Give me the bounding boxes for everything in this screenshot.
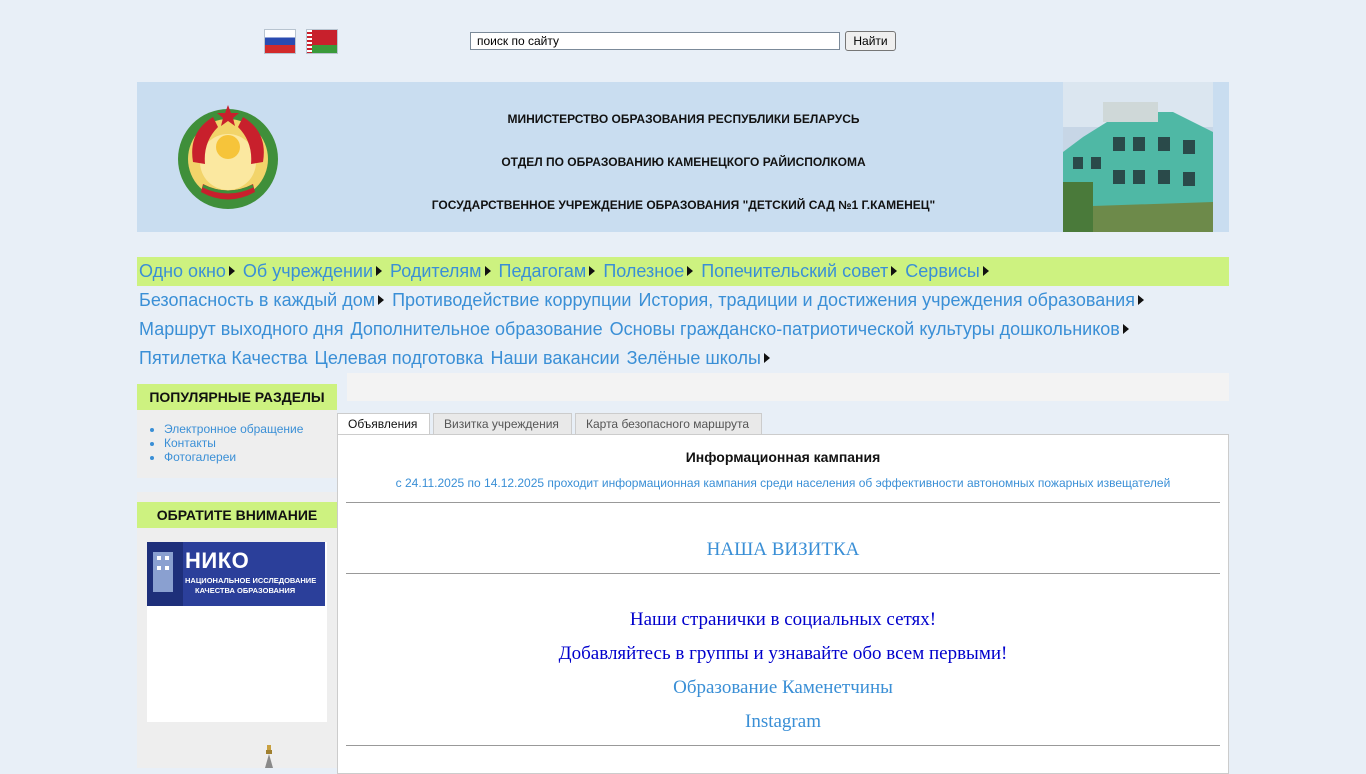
submenu-arrow-icon [376,266,383,277]
list-item[interactable]: Фотогалереи [164,450,337,464]
building-photo [1063,82,1213,232]
nav-item[interactable]: Попечительский совет [701,261,888,281]
attention-title: ОБРАТИТЕ ВНИМАНИЕ [137,502,337,528]
nav-item[interactable]: Маршрут выходного дня [139,319,343,339]
social-link-instagram[interactable]: Instagram [338,711,1228,733]
submenu-arrow-icon [891,266,898,277]
tab-institution-card[interactable]: Визитка учреждения [433,413,572,435]
niko-subtitle-line1: НАЦИОНАЛЬНОЕ ИССЛЕДОВАНИЕ [185,576,317,585]
visit-card-title[interactable]: НАША ВИЗИТКА [338,539,1228,561]
nav-item[interactable]: История, традиции и достижения учреждени… [638,290,1135,310]
nav-item[interactable]: Сервисы [905,261,980,281]
niko-logo-icon [147,542,183,606]
nav-row-4: Пятилетка Качества Целевая подготовка Наши… [137,344,1229,373]
content-toolbar-strip [347,373,1229,401]
submenu-arrow-icon [228,266,235,277]
popular-sections: ПОПУЛЯРНЫЕ РАЗДЕЛЫ Электронное обращение… [137,384,337,478]
content-panel: Информационная кампания с 24.11.2025 по … [337,434,1229,774]
nav-item[interactable]: Полезное [603,261,684,281]
list-item[interactable]: Электронное обращение [164,422,337,436]
institution-title: ГОСУДАРСТВЕННОЕ УЧРЕЖДЕНИЕ ОБРАЗОВАНИЯ "… [431,198,936,212]
russian-flag-icon[interactable] [264,29,296,54]
search-input[interactable] [470,32,840,50]
ministry-title: МИНИСТЕРСТВО ОБРАЗОВАНИЯ РЕСПУБЛИКИ БЕЛА… [507,112,860,126]
nav-item[interactable]: Об учреждении [243,261,373,281]
popular-sections-title: ПОПУЛЯРНЫЕ РАЗДЕЛЫ [137,384,337,410]
nav-item[interactable]: Наши вакансии [490,348,619,368]
announcement-title: Информационная кампания [685,449,881,465]
nav-item[interactable]: Основы гражданско-патриотической культур… [610,319,1120,339]
nav-item[interactable]: Пятилетка Качества [139,348,308,368]
nav-item[interactable]: Противодействие коррупции [392,290,631,310]
nav-item[interactable]: Родителям [390,261,481,281]
divider [346,745,1220,746]
submenu-arrow-icon [982,266,989,277]
nav-item[interactable]: Педагогам [499,261,587,281]
niko-banner[interactable]: НИКО НАЦИОНАЛЬНОЕ ИССЛЕДОВАНИЕ КАЧЕСТВА … [147,542,327,722]
niko-title: НИКО [185,548,250,573]
nav-item[interactable]: Целевая подготовка [315,348,484,368]
nav-item[interactable]: Дополнительное образование [350,319,602,339]
niko-subtitle: НАЦИОНАЛЬНОЕ ИССЛЕДОВАНИЕ КАЧЕСТВА ОБРАЗ… [185,576,316,596]
divider [346,502,1220,503]
submenu-arrow-icon [378,295,385,306]
submenu-arrow-icon [763,353,770,364]
nav-row-1: Одно окно Об учреждении Родителям Педагогам… [137,257,1229,286]
announcement-link[interactable]: с 24.11.2025 по 14.12.2025 проходит инфо… [338,476,1228,490]
niko-banner-image: НИКО НАЦИОНАЛЬНОЕ ИССЛЕДОВАНИЕ КАЧЕСТВА … [147,542,325,606]
submenu-arrow-icon [1137,295,1144,306]
nav-item[interactable]: Безопасность в каждый дом [139,290,375,310]
monument-icon [265,745,273,768]
submenu-arrow-icon [484,266,491,277]
divider [346,573,1220,574]
popular-list: Электронное обращение Контакты Фотогалер… [137,410,337,474]
list-item[interactable]: Контакты [164,436,337,450]
nav-item[interactable]: Одно окно [139,261,226,281]
nav-row-3: Маршрут выходного дня Дополнительное обра… [137,315,1229,344]
nav-row-2: Безопасность в каждый дом Противодействие… [137,286,1229,315]
site-header: МИНИСТЕРСТВО ОБРАЗОВАНИЯ РЕСПУБЛИКИ БЕЛА… [137,82,1229,232]
submenu-arrow-icon [1122,324,1129,335]
search-button[interactable]: Найти [845,31,896,51]
social-subheading: Добавляйтесь в группы и узнавайте обо вс… [558,643,1008,664]
tab-safe-route-map[interactable]: Карта безопасного маршрута [575,413,762,435]
nav-item[interactable]: Зелёные школы [627,348,761,368]
submenu-arrow-icon [589,266,596,277]
social-link-kamenets[interactable]: Образование Каменетчины [338,677,1228,699]
belarus-emblem-icon [178,105,278,209]
tab-announcements[interactable]: Объявления [337,413,430,436]
social-heading: Наши странички в социальных сетях! [629,609,937,630]
belarus-flag-icon[interactable] [306,29,338,54]
submenu-arrow-icon [687,266,694,277]
niko-subtitle-line2: КАЧЕСТВА ОБРАЗОВАНИЯ [195,586,296,595]
department-title: ОТДЕЛ ПО ОБРАЗОВАНИЮ КАМЕНЕЦКОГО РАЙИСПО… [501,155,866,169]
